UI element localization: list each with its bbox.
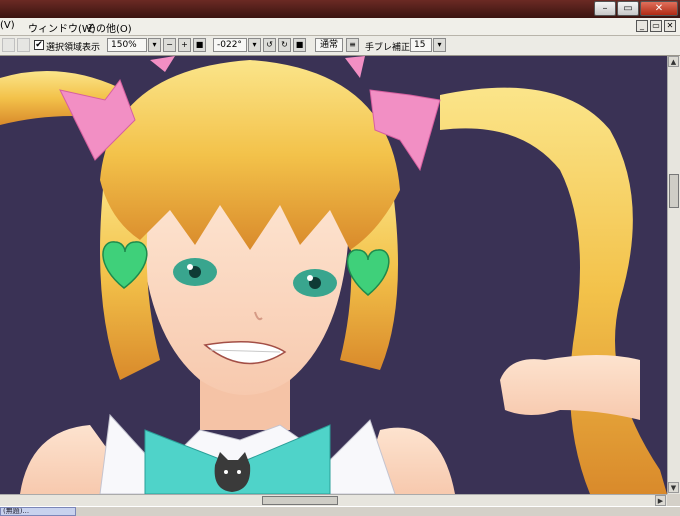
stabilizer-dropdown-arrow-icon[interactable]: ▾	[433, 38, 446, 52]
scroll-up-arrow-icon[interactable]: ▲	[668, 56, 679, 67]
menu-view[interactable]: (V)	[0, 20, 15, 31]
zoom-select[interactable]: 150%	[107, 38, 147, 52]
hair-bangs	[100, 60, 400, 250]
title-bar: – ▭ ✕	[0, 0, 680, 18]
window-controls: – ▭ ✕	[594, 1, 678, 16]
rotation-select[interactable]: -022°	[213, 38, 247, 52]
canvas-toolbar: 選択領域表示 150% ▾ − + ■ -022° ▾ ↺ ↻ ■ 通常 ≡ 手…	[0, 36, 680, 56]
zoom-reset-icon[interactable]: ■	[193, 38, 206, 52]
toolbar-disabled-icon-2	[17, 38, 30, 52]
vertical-scroll-thumb[interactable]	[669, 174, 679, 208]
scroll-down-arrow-icon[interactable]: ▼	[668, 482, 679, 493]
selection-display-label: 選択領域表示	[46, 43, 101, 53]
zoom-out-icon[interactable]: −	[163, 38, 176, 52]
vertical-scrollbar[interactable]: ▲ ▼	[667, 56, 680, 494]
bow-top	[150, 56, 175, 72]
blend-mode-dropdown-icon[interactable]: ≡	[346, 38, 359, 52]
menu-other[interactable]: その他(O)	[86, 20, 132, 35]
toolbar-disabled-icon-1	[2, 38, 15, 52]
arm-right	[500, 355, 640, 420]
hair-right-tail	[440, 87, 667, 494]
scroll-right-arrow-icon[interactable]: ▶	[655, 495, 666, 506]
rotate-right-icon[interactable]: ↻	[278, 38, 291, 52]
artwork	[0, 56, 667, 494]
bow-top-right	[345, 56, 365, 78]
stabilizer-label: 手ブレ補正	[365, 43, 411, 53]
rotation-reset-icon[interactable]: ■	[293, 38, 306, 52]
blend-mode-button[interactable]: 通常	[315, 38, 343, 52]
scrollbar-corner	[667, 494, 680, 506]
zoom-dropdown-arrow-icon[interactable]: ▾	[148, 38, 161, 52]
menu-bar: (V) ウィンドウ(W) その他(O) _ ▭ ✕	[0, 18, 680, 36]
stabilizer-select[interactable]: 15	[410, 38, 432, 52]
document-close-button[interactable]: ✕	[664, 20, 676, 32]
rotate-left-icon[interactable]: ↺	[263, 38, 276, 52]
document-minimize-button[interactable]: _	[636, 20, 648, 32]
horizontal-scroll-thumb[interactable]	[262, 496, 338, 505]
rotation-dropdown-arrow-icon[interactable]: ▾	[248, 38, 261, 52]
selection-display-checkbox-icon[interactable]: ✔	[34, 40, 44, 50]
horizontal-scrollbar[interactable]: ▶	[0, 494, 667, 506]
document-window-controls: _ ▭ ✕	[636, 20, 676, 32]
window-minimize-button[interactable]: –	[594, 1, 616, 16]
window-restore-button[interactable]: ▭	[617, 1, 639, 16]
drawing-canvas[interactable]	[0, 56, 667, 494]
window-close-button[interactable]: ✕	[640, 1, 678, 16]
zoom-in-icon[interactable]: +	[178, 38, 191, 52]
document-restore-button[interactable]: ▭	[650, 20, 662, 32]
